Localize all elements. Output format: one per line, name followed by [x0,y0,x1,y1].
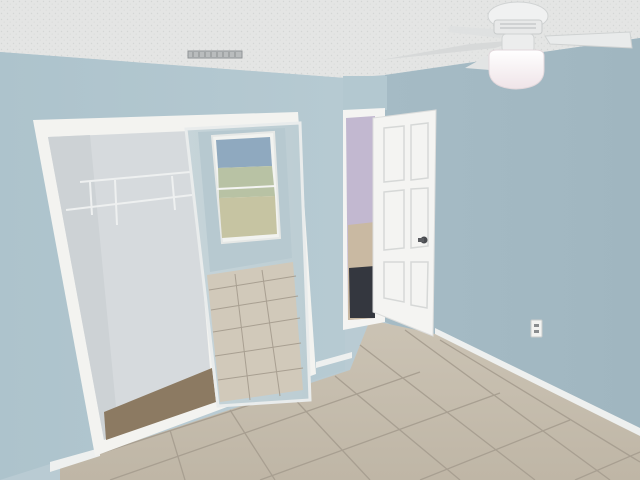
bedroom-photo [0,0,640,480]
wall-outlet [530,319,543,338]
light-globe [488,49,545,90]
air-vent [187,50,243,59]
